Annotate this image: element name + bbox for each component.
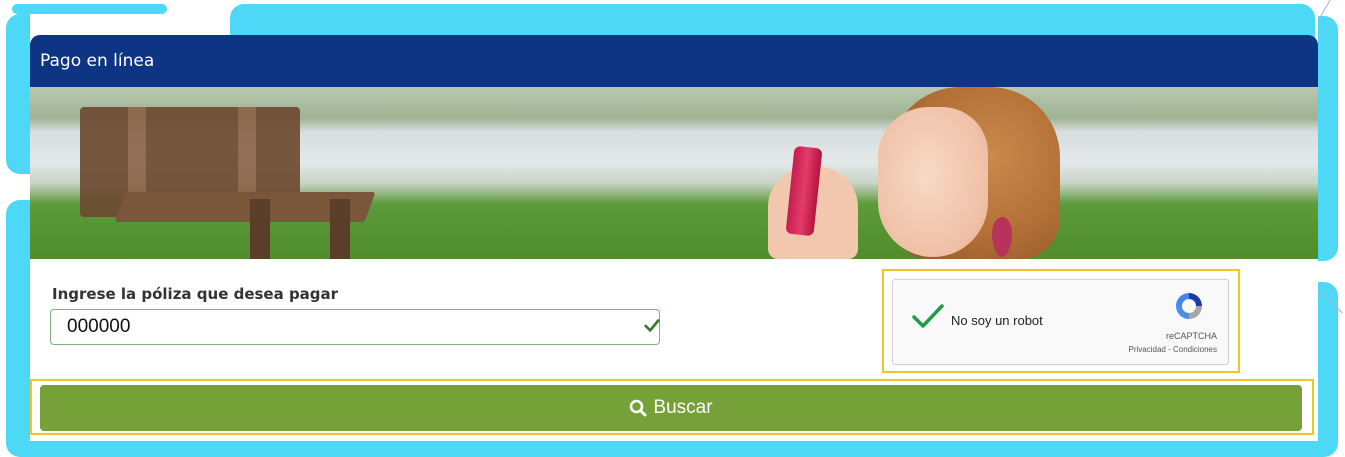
bench-leg bbox=[250, 199, 270, 259]
policy-field[interactable] bbox=[50, 309, 660, 345]
decorative-frame-right-lower bbox=[1318, 282, 1338, 454]
decorative-frame-left-lower bbox=[6, 200, 30, 456]
captcha-label: No soy un robot bbox=[951, 313, 1043, 328]
form-section: Ingrese la póliza que desea pagar No soy… bbox=[30, 259, 1318, 441]
banner-image bbox=[30, 87, 1318, 259]
bench-leg bbox=[330, 199, 350, 259]
decorative-frame-right bbox=[1318, 16, 1338, 261]
search-button-label: Buscar bbox=[653, 397, 713, 418]
recaptcha-logo-icon bbox=[1176, 293, 1202, 319]
policy-input[interactable] bbox=[67, 316, 627, 338]
check-icon bbox=[644, 319, 660, 332]
panel-header: Pago en línea bbox=[30, 35, 1318, 87]
decorative-stroke bbox=[12, 4, 167, 14]
recaptcha-links[interactable]: Privacidad - Condiciones bbox=[1129, 345, 1218, 354]
decorative-frame-top bbox=[230, 4, 1315, 38]
decorative-frame-left bbox=[6, 14, 30, 174]
payment-panel: Pago en línea Ingrese la póliza que dese… bbox=[30, 35, 1318, 441]
woman-face bbox=[878, 107, 988, 257]
recaptcha-widget[interactable]: No soy un robot reCAPTCHA Privacidad - C… bbox=[892, 279, 1229, 365]
captcha-checkbox-checked-icon[interactable] bbox=[911, 302, 945, 330]
search-button[interactable]: Buscar bbox=[40, 385, 1302, 431]
search-icon bbox=[630, 399, 647, 417]
policy-label: Ingrese la póliza que desea pagar bbox=[52, 285, 339, 303]
page-title: Pago en línea bbox=[40, 51, 155, 71]
recaptcha-brand: reCAPTCHA bbox=[1165, 331, 1217, 341]
